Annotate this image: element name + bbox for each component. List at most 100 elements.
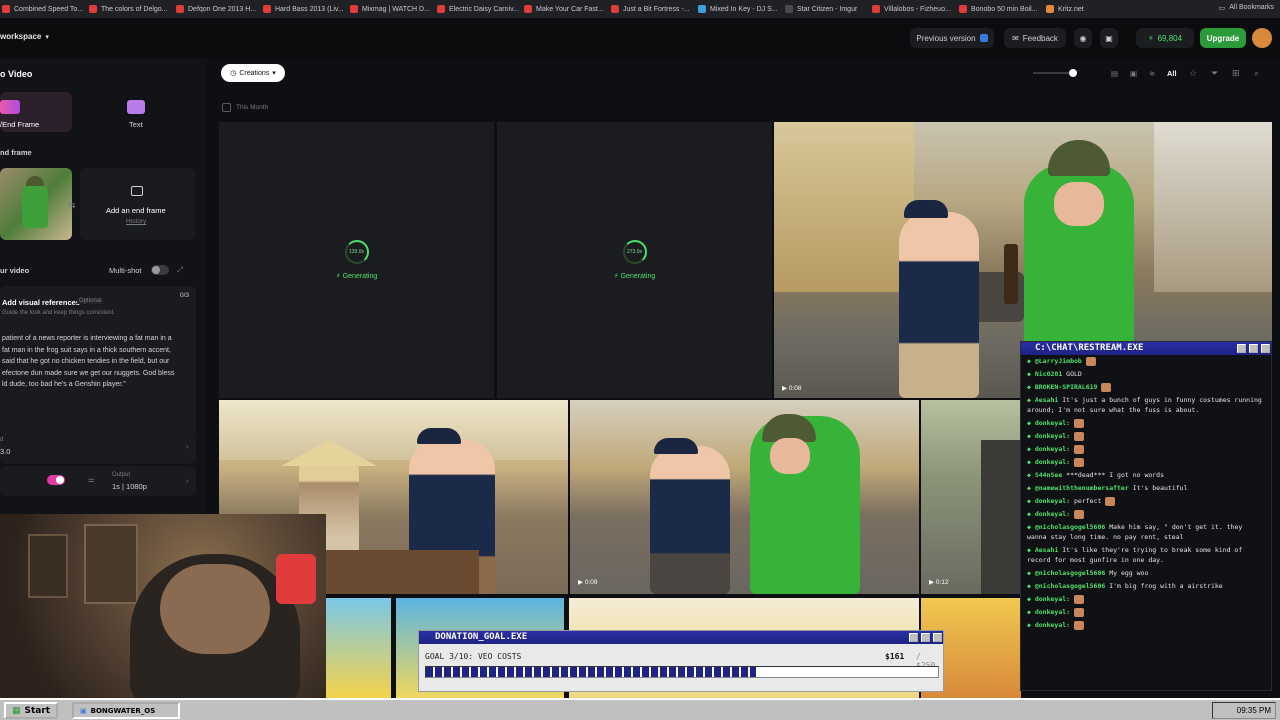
webcam-overlay	[0, 514, 326, 698]
minimize-button[interactable]	[1237, 344, 1246, 353]
chat-message: ◆ donkeyal:	[1021, 593, 1271, 606]
audio-toggle[interactable]	[47, 475, 65, 485]
start-frame-thumbnail[interactable]	[0, 168, 72, 240]
left-panel: o Video /End Frame Text nd frame ⇆ Add a…	[0, 58, 207, 518]
bookmark-item[interactable]: Kritz.net	[1044, 5, 1131, 13]
credits-value: 69,804	[1157, 33, 1183, 43]
feedback-button[interactable]: ✉ Feedback	[1004, 28, 1066, 48]
chat-username: donkeyal:	[1034, 608, 1071, 616]
goal-progress-fill	[426, 667, 756, 677]
taskbar-app-button[interactable]: ▣ BONGWATER_OS	[72, 702, 180, 719]
bookmark-label: Hard Bass 2013 (Liv...	[275, 5, 344, 13]
prompt-card[interactable]: Add visual references Optional Guide the…	[0, 286, 196, 436]
tab-start-end-frame[interactable]: /End Frame	[0, 92, 72, 132]
filter-icon[interactable]: ⏷	[1211, 68, 1218, 79]
upgrade-button[interactable]: Upgrade	[1200, 28, 1246, 48]
bookmark-item[interactable]: Villalobos - Fizheuo...	[870, 5, 957, 13]
discord-icon[interactable]: ◉	[1074, 28, 1092, 48]
chat-text: It's like they're trying to break some k…	[1027, 546, 1243, 564]
video-thumbnail[interactable]: ▶ 0:12	[921, 400, 1021, 594]
swap-icon[interactable]: ⇆	[68, 200, 76, 211]
duration-badge: ▶ 0:12	[929, 579, 949, 586]
multishot-toggle[interactable]	[151, 265, 169, 275]
bookmark-label: The colors of Delgo...	[101, 5, 168, 13]
bookmark-item[interactable]: The colors of Delgo...	[87, 5, 174, 13]
lightning-icon: ⚡	[1147, 33, 1154, 43]
wall-picture	[84, 524, 138, 604]
view-icon-2[interactable]: ▣	[1130, 69, 1137, 78]
video-thumbnail[interactable]: ▶ 0:09	[570, 400, 919, 594]
bookmark-item[interactable]: Star Citizen - Imgur	[783, 5, 870, 13]
emote-icon	[1105, 496, 1116, 506]
generating-tile[interactable]: 273.0s ⚡ Generating	[497, 122, 772, 398]
select-all-checkbox[interactable]	[222, 103, 231, 112]
prompt-text[interactable]: patient of a news reporter is interviewi…	[2, 333, 192, 391]
favicon-icon	[611, 5, 619, 13]
chat-message: ◆ BROKEN-SPIRAL619	[1021, 381, 1271, 394]
chat-message: ◆ donkeyal:	[1021, 443, 1271, 456]
search-icon[interactable]: ⌕	[1254, 68, 1259, 79]
settings-sliders-icon: ⚌	[88, 475, 95, 484]
close-button[interactable]	[933, 633, 942, 642]
output-settings[interactable]: ⚌ Output 1s | 1080p ›	[0, 466, 196, 496]
filter-all[interactable]: All	[1167, 69, 1177, 78]
emote-icon	[1085, 356, 1096, 366]
all-bookmarks-folder[interactable]: ▭ All Bookmarks	[1219, 4, 1274, 12]
credits-badge[interactable]: ⚡ 69,804	[1136, 28, 1194, 48]
bookmark-item[interactable]: Combined Speed To...	[0, 5, 87, 13]
all-bookmarks-label: All Bookmarks	[1229, 4, 1274, 11]
chat-username: S44nSee	[1034, 471, 1063, 479]
creations-filter[interactable]: ◷ Creations ▾	[221, 64, 285, 82]
bookmark-item[interactable]: Electric Daisy Carniv...	[435, 5, 522, 13]
history-link[interactable]: History	[126, 218, 146, 225]
workspace-label: workspace	[0, 32, 42, 41]
visual-refs-hint: Guide the look and keep things consisten…	[2, 310, 116, 316]
avatar[interactable]	[1252, 28, 1272, 48]
zoom-slider-handle[interactable]	[1069, 69, 1077, 77]
bookmark-item[interactable]: Mixmag | WATCH D...	[348, 5, 435, 13]
grid-icon[interactable]: ⊞	[1232, 68, 1240, 79]
chat-username: @nicholasgogel5606	[1034, 523, 1106, 531]
chat-message: ◆ @namewiththenumbersafter It's beautifu…	[1021, 482, 1271, 495]
star-icon[interactable]: ☆	[1189, 68, 1197, 79]
bookmark-item[interactable]: Defqon One 2013 H...	[174, 5, 261, 13]
bookmark-item[interactable]: Bonobo 50 min Boil...	[957, 5, 1044, 13]
previous-version-button[interactable]: Previous version	[910, 28, 994, 48]
prompt-line: patient of a news reporter is interviewi…	[2, 335, 172, 342]
model-selector[interactable]: d 3.0 ›	[0, 432, 196, 464]
zoom-slider[interactable]	[1033, 69, 1077, 77]
favicon-icon	[1046, 5, 1054, 13]
close-button[interactable]	[1261, 344, 1270, 353]
frames-icon	[0, 100, 20, 114]
add-end-frame-card[interactable]: Add an end frame History	[80, 168, 195, 240]
bookmark-item[interactable]: Just a Bit Fortress -...	[609, 5, 696, 13]
history-icon: ◷	[230, 70, 237, 77]
bookmark-item[interactable]: Make Your Car Fast...	[522, 5, 609, 13]
chat-username: @LarryJimbob	[1034, 357, 1082, 365]
favicon-icon	[524, 5, 532, 13]
bookmark-item[interactable]: Hard Bass 2013 (Liv...	[261, 5, 348, 13]
bookmark-item[interactable]: Mixed In Key - DJ S...	[696, 5, 783, 13]
view-icon-1[interactable]: ▤	[1111, 69, 1118, 78]
chat-badge-icon: ◆	[1027, 471, 1031, 479]
emote-icon	[1074, 431, 1084, 441]
expand-icon[interactable]: ⤢	[177, 265, 183, 275]
video-icon[interactable]: ▣	[1100, 28, 1118, 48]
minimize-button[interactable]	[909, 633, 918, 642]
multishot-label: Multi-shot	[109, 266, 142, 275]
workspace-selector[interactable]: workspace ▾	[0, 32, 49, 41]
maximize-button[interactable]	[1249, 344, 1258, 353]
visual-refs-label: Add visual references	[2, 298, 80, 307]
video-thumbnail[interactable]	[325, 598, 391, 698]
favicon-icon	[437, 5, 445, 13]
chat-badge-icon: ◆	[1027, 445, 1031, 453]
audio-wave-icon[interactable]: ≋	[1149, 69, 1155, 78]
tab-text[interactable]: Text	[100, 92, 172, 132]
maximize-button[interactable]	[921, 633, 930, 642]
generating-tile[interactable]: 139.0s ⚡ Generating	[219, 122, 494, 398]
chat-badge-icon: ◆	[1027, 357, 1031, 365]
chevron-right-icon: ›	[186, 476, 189, 485]
start-button[interactable]: ▦ Start	[4, 702, 59, 719]
taskbar: ▦ Start ▣ BONGWATER_OS 09:35 PM	[0, 698, 1280, 720]
chat-username: @namewiththenumbersafter	[1034, 484, 1129, 492]
